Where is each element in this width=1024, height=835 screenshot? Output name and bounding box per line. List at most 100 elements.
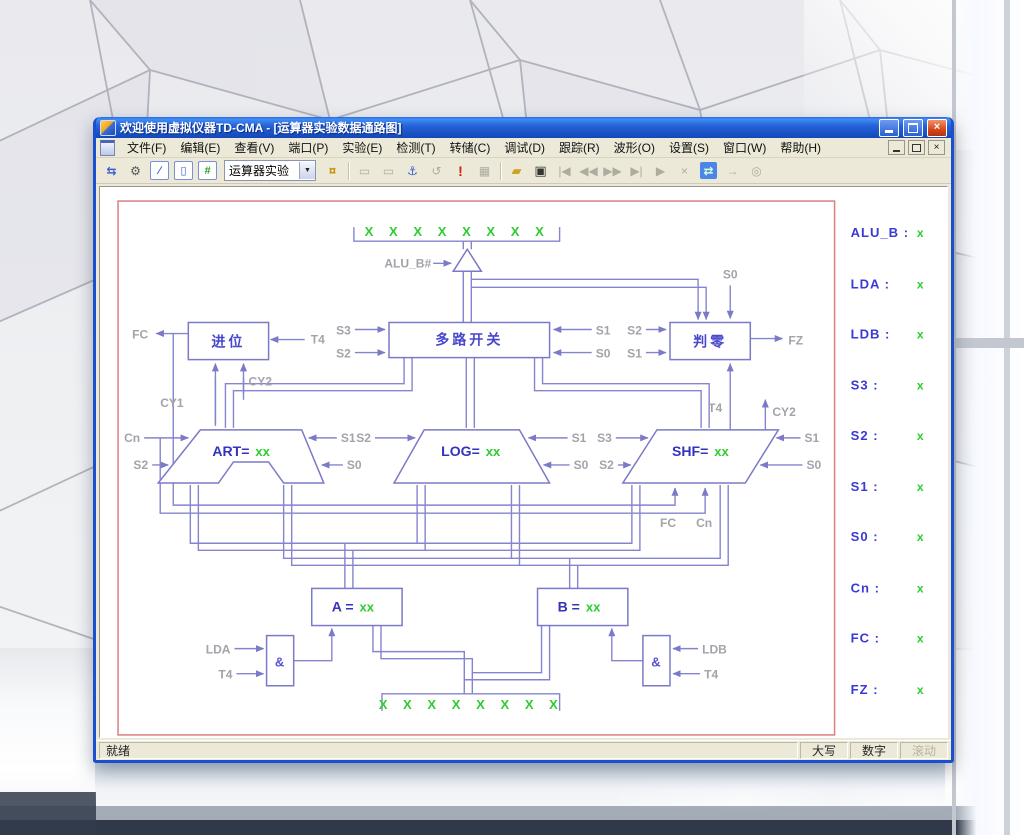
mdi-minimize-button[interactable] — [888, 140, 905, 155]
panel-cn-value: x — [917, 581, 924, 595]
panel-alu-b-value: x — [917, 226, 924, 240]
bus-top-values: X X X X X X X X — [365, 224, 550, 239]
panel-s3-value: x — [917, 379, 924, 393]
s1-mux-label: S1 — [596, 324, 611, 338]
s0-shf-label: S0 — [806, 458, 821, 472]
menu-check[interactable]: 检测(T) — [389, 138, 442, 157]
last-icon[interactable]: ▶| — [625, 159, 648, 182]
pause-icon[interactable]: ▭ — [353, 159, 376, 182]
panel-fc-label: FC : — [851, 631, 880, 646]
lda-label: LDA — [206, 643, 231, 657]
num-indicator: 数字 — [850, 742, 898, 759]
open-icon[interactable]: ▰ — [505, 159, 528, 182]
restore-button[interactable] — [903, 119, 923, 137]
s1-shf-label: S1 — [804, 431, 819, 445]
record-icon[interactable]: ◎ — [745, 159, 768, 182]
mux-label: 多路开关 — [435, 332, 503, 348]
resume-icon[interactable]: ▭ — [377, 159, 400, 182]
forward-icon[interactable]: ▶▶ — [601, 159, 624, 182]
menu-experiment[interactable]: 实验(E) — [335, 138, 389, 157]
zero-label: 判零 — [693, 334, 727, 350]
menu-settings[interactable]: 设置(S) — [662, 138, 716, 157]
ldb-label: LDB — [702, 643, 727, 657]
app-window-reflection — [95, 762, 945, 808]
chevron-down-icon[interactable]: ▼ — [299, 162, 315, 179]
save-icon[interactable]: ▣ — [529, 159, 552, 182]
shf-value: SHF=xx — [672, 443, 730, 459]
titlebar[interactable]: 欢迎使用虚拟仪器TD-CMA - [运算器实验数据通路图] × — [96, 117, 951, 138]
key-icon[interactable]: ¤ — [321, 159, 344, 182]
s0-zero-label: S0 — [723, 267, 738, 281]
menu-edit[interactable]: 编辑(E) — [173, 138, 227, 157]
register-a-value: A =xx — [332, 598, 375, 614]
app-window: 欢迎使用虚拟仪器TD-CMA - [运算器实验数据通路图] × 文件(F) 编辑… — [93, 117, 954, 763]
status-bar: 就绪 大写 数字 滚动 — [96, 740, 951, 760]
stop-icon[interactable]: × — [673, 159, 696, 182]
s0-art-label: S0 — [347, 458, 362, 472]
experiment-dropdown-value: 运算器实验 — [229, 162, 289, 179]
minimize-button[interactable] — [879, 119, 899, 137]
t4-zero-label: T4 — [708, 401, 722, 415]
window-frame-bar — [1004, 0, 1010, 835]
s0-log-label: S0 — [574, 458, 589, 472]
panel-s1-value: x — [917, 480, 924, 494]
fc-shf-label: FC — [660, 516, 676, 530]
minimize-icon — [885, 130, 893, 133]
anchor-icon[interactable]: ⚓ — [401, 159, 424, 182]
menu-help[interactable]: 帮助(H) — [773, 138, 828, 157]
fz-label: FZ — [788, 334, 803, 348]
goto-icon[interactable]: → — [721, 159, 744, 182]
floor-corner-tile — [0, 792, 96, 835]
port-icon[interactable]: ▯ — [174, 161, 193, 180]
build-icon[interactable]: ⚙ — [124, 159, 147, 182]
play-icon[interactable]: ▶ — [649, 159, 672, 182]
panel-s2-label: S2 : — [851, 428, 879, 443]
panel-lda-value: x — [917, 277, 924, 291]
s3-mux-label: S3 — [336, 324, 351, 338]
and-gate-b-label: & — [651, 655, 660, 670]
mdi-close-button[interactable]: × — [928, 140, 945, 155]
carry-label: 进位 — [211, 334, 245, 350]
register-b-value: B =xx — [558, 598, 602, 614]
first-icon[interactable]: |◀ — [553, 159, 576, 182]
menu-file[interactable]: 文件(F) — [120, 138, 173, 157]
experiment-dropdown[interactable]: 运算器实验 ▼ — [224, 160, 316, 181]
table-icon[interactable]: ▦ — [473, 159, 496, 182]
menu-view[interactable]: 查看(V) — [227, 138, 281, 157]
menu-debug[interactable]: 调试(D) — [497, 138, 552, 157]
cn-shf-label: Cn — [696, 516, 712, 530]
doc-icon[interactable]: ∕ — [150, 161, 169, 180]
panel-s0-label: S0 : — [851, 529, 879, 544]
daylight-window — [952, 0, 1024, 835]
s2-shf-label: S2 — [599, 458, 614, 472]
mdi-restore-button[interactable] — [908, 140, 925, 155]
panel-s3-label: S3 : — [851, 378, 879, 393]
signal-panel: ALU_B : x LDA : x LDB : x S3 : x S2 : x … — [851, 225, 924, 697]
t4-gate-a-label: T4 — [218, 668, 232, 682]
menu-window[interactable]: 窗口(W) — [716, 138, 773, 157]
panel-ldb-label: LDB : — [851, 327, 891, 342]
s2-zero-label: S2 — [627, 324, 642, 338]
t4-carry-label: T4 — [311, 333, 325, 347]
panel-ldb-value: x — [917, 328, 924, 342]
mdi-child-icon[interactable] — [100, 140, 115, 156]
sync-icon[interactable]: ⇄ — [700, 162, 717, 179]
exclaim-icon[interactable]: ! — [449, 159, 472, 182]
rewind-icon[interactable]: ◀◀ — [577, 159, 600, 182]
grid-icon[interactable]: # — [198, 161, 217, 180]
menu-trace[interactable]: 跟踪(R) — [552, 138, 607, 157]
close-button[interactable]: × — [927, 119, 947, 137]
menu-wave[interactable]: 波形(O) — [607, 138, 662, 157]
cn-art-label: Cn — [124, 431, 140, 445]
floor-dark-band — [0, 820, 1024, 835]
connect-icon[interactable]: ⇆ — [100, 159, 123, 182]
fc-out-label: FC — [132, 328, 148, 342]
panel-s1-label: S1 : — [851, 479, 879, 494]
s3-shf-label: S3 — [597, 431, 612, 445]
menu-port[interactable]: 端口(P) — [281, 138, 335, 157]
menu-dump[interactable]: 转储(C) — [443, 138, 498, 157]
undo-icon[interactable]: ↺ — [425, 159, 448, 182]
s2-mux-label: S2 — [336, 347, 351, 361]
cy2-shf-label: CY2 — [772, 405, 796, 419]
mdi-minimize-icon — [893, 150, 900, 152]
